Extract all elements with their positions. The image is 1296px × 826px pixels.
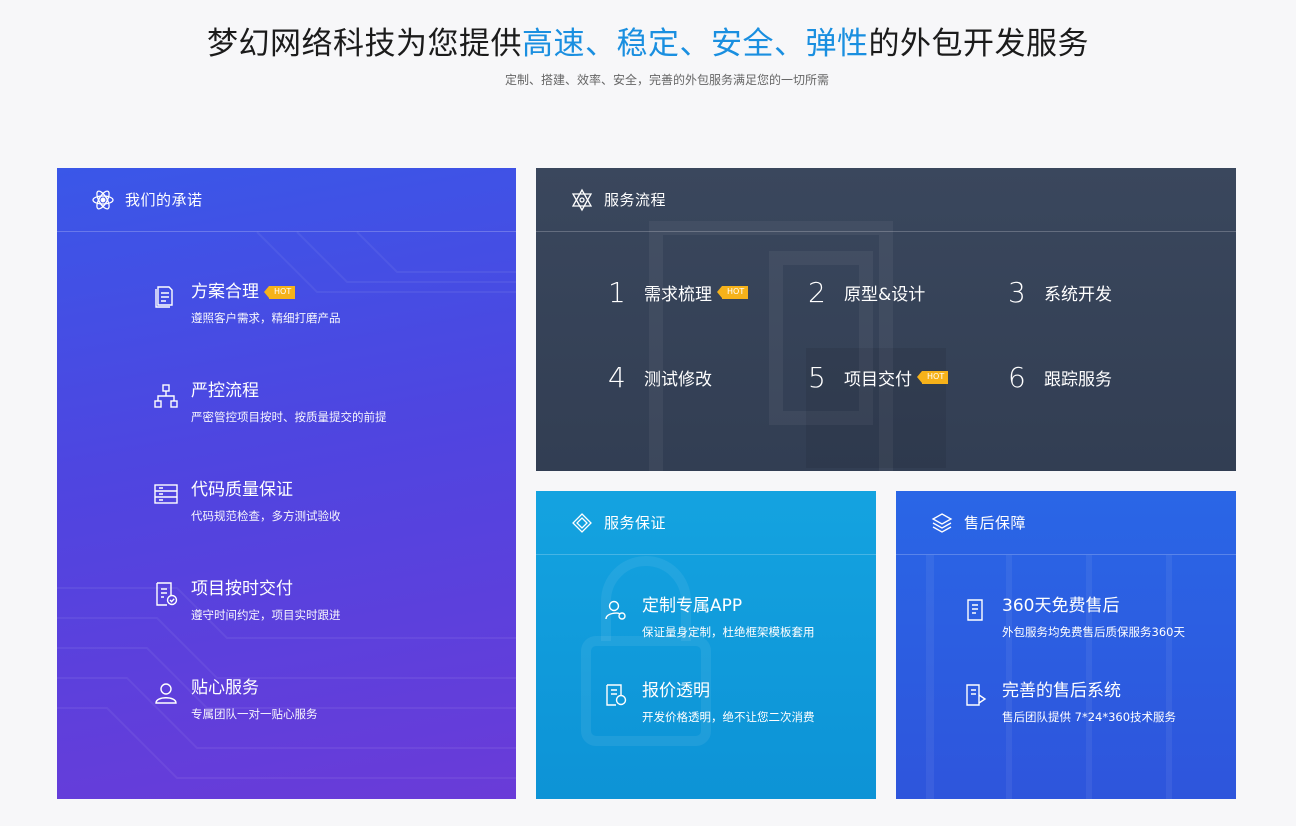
step-number: 3 [1008, 276, 1026, 309]
user-gear-icon [604, 598, 628, 622]
promise-item-desc: 专属团队一对一贴心服务 [191, 707, 318, 721]
promise-item-quality: 代码质量保证 代码规范检查，多方测试验收 [153, 479, 341, 524]
step-label: 跟踪服务 [1044, 370, 1112, 390]
diamond-icon [570, 511, 594, 535]
guarantee-header: 服务保证 [536, 491, 876, 555]
step-number: 5 [808, 361, 826, 394]
step-label: 项目交付 [844, 370, 912, 390]
step-number: 6 [1008, 361, 1026, 394]
aftersale-item-system: 完善的售后系统 售后团队提供 7*24*360技术服务 [964, 680, 1176, 725]
checklist-icon [153, 581, 179, 607]
step-5: 5 项目交付 HOT [808, 361, 949, 394]
step-label: 系统开发 [1044, 285, 1112, 305]
promise-item-delivery: 项目按时交付 遵守时间约定，项目实时跟进 [153, 578, 341, 623]
hot-badge: HOT [263, 285, 296, 299]
price-doc-icon [604, 683, 628, 707]
server-icon [153, 482, 179, 508]
process-header: 服务流程 [536, 168, 1236, 232]
promise-item-desc: 代码规范检查，多方测试验收 [191, 509, 341, 523]
promise-item-title: 代码质量保证 [191, 480, 293, 500]
promise-header: 我们的承诺 [57, 168, 516, 232]
promise-item-desc: 遵守时间约定，项目实时跟进 [191, 608, 341, 622]
layers-icon [930, 511, 954, 535]
page-subtitle: 定制、搭建、效率、安全，完善的外包服务满足您的一切所需 [504, 73, 829, 87]
step-1: 1 需求梳理 HOT [608, 276, 749, 309]
step-label: 测试修改 [644, 370, 712, 390]
user-icon [153, 680, 179, 706]
promise-item-process: 严控流程 严密管控项目按时、按质量提交的前提 [153, 380, 387, 425]
aftersale-item-free: 360天免费售后 外包服务均免费售后质保服务360天 [964, 595, 1185, 640]
step-4: 4 测试修改 [608, 361, 712, 394]
title-prefix: 梦幻网络科技为您提供 [207, 26, 522, 62]
guarantee-item-desc: 开发价格透明，绝不让您二次消费 [642, 710, 815, 724]
guarantee-item-pricing: 报价透明 开发价格透明，绝不让您二次消费 [604, 680, 815, 725]
aftersale-item-title: 360天免费售后 [1002, 596, 1120, 616]
star-of-david-icon [570, 188, 594, 212]
aftersale-item-title: 完善的售后系统 [1002, 681, 1121, 701]
support-doc-icon [964, 683, 988, 707]
promise-item-service: 贴心服务 专属团队一对一贴心服务 [153, 677, 318, 722]
process-title: 服务流程 [604, 191, 667, 209]
guarantee-item-title: 定制专属APP [642, 596, 743, 616]
aftersale-header: 售后保障 [896, 491, 1236, 555]
title-highlight: 高速、稳定、安全、弹性 [522, 26, 869, 62]
promise-item-title: 项目按时交付 [191, 579, 293, 599]
aftersale-title: 售后保障 [964, 514, 1027, 532]
guarantee-item-title: 报价透明 [642, 681, 710, 701]
flowchart-icon [153, 383, 179, 409]
promise-card: 我们的承诺 方案合理 HOT 遵照客户需求，精细打磨产品 严控流程 严密管控项目按… [57, 168, 516, 799]
guarantee-title: 服务保证 [604, 514, 667, 532]
hot-badge: HOT [716, 286, 749, 299]
title-suffix: 的外包开发服务 [868, 26, 1089, 62]
promise-title: 我们的承诺 [125, 191, 203, 209]
promise-item-plan: 方案合理 HOT 遵照客户需求，精细打磨产品 [153, 281, 341, 326]
promise-item-title: 方案合理 [191, 282, 259, 302]
aftersale-item-desc: 外包服务均免费售后质保服务360天 [1002, 625, 1185, 639]
atom-icon [91, 188, 115, 212]
step-2: 2 原型&设计 [808, 276, 925, 309]
step-number: 2 [808, 276, 826, 309]
step-6: 6 跟踪服务 [1008, 361, 1112, 394]
step-number: 1 [608, 276, 626, 309]
guarantee-item-custom-app: 定制专属APP 保证量身定制，杜绝框架模板套用 [604, 595, 815, 640]
process-card: 服务流程 1 需求梳理 HOT 2 原型&设计 3 系统开发 4 测试修改 5 项… [536, 168, 1236, 471]
hot-badge: HOT [916, 371, 949, 384]
page-title: 梦幻网络科技为您提供高速、稳定、安全、弹性的外包开发服务 [0, 18, 1296, 63]
step-label: 原型&设计 [844, 285, 926, 305]
step-3: 3 系统开发 [1008, 276, 1112, 309]
aftersale-card: 售后保障 360天免费售后 外包服务均免费售后质保服务360天 完善的售后系统 … [896, 491, 1236, 799]
promise-item-desc: 遵照客户需求，精细打磨产品 [191, 311, 341, 325]
receipt-icon [964, 598, 988, 622]
promise-item-title: 严控流程 [191, 381, 259, 401]
promise-item-desc: 严密管控项目按时、按质量提交的前提 [191, 410, 387, 424]
promise-item-title: 贴心服务 [191, 678, 259, 698]
aftersale-item-desc: 售后团队提供 7*24*360技术服务 [1002, 710, 1177, 724]
guarantee-card: 服务保证 定制专属APP 保证量身定制，杜绝框架模板套用 报价透明 开发价格透明… [536, 491, 876, 799]
step-number: 4 [608, 361, 626, 394]
step-label: 需求梳理 [644, 285, 712, 305]
guarantee-item-desc: 保证量身定制，杜绝框架模板套用 [642, 625, 815, 639]
document-icon [153, 284, 179, 310]
